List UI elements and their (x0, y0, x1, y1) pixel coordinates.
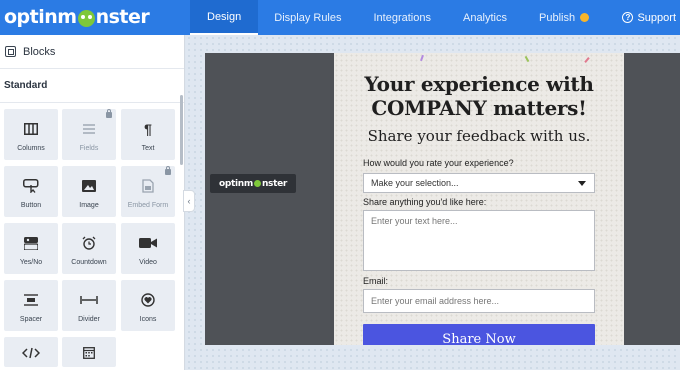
tile-label: Icons (139, 316, 157, 323)
block-tile-video[interactable]: Video (121, 223, 175, 274)
lock-icon (165, 166, 171, 175)
collapse-sidebar-toggle[interactable]: ‹ (183, 190, 195, 212)
embed-form-icon (136, 176, 160, 196)
optinmonster-logo[interactable]: optinm nster (4, 5, 150, 29)
logo-text-right: nster (95, 6, 150, 28)
block-tile-image[interactable]: Image (62, 166, 116, 217)
confetti-decoration (420, 54, 424, 62)
fields-icon (77, 119, 101, 139)
tile-label: Text (141, 145, 155, 152)
tab-integrations[interactable]: Integrations (358, 0, 447, 35)
blocks-icon (5, 46, 16, 57)
sidebar-title: Blocks (23, 45, 56, 58)
sidebar-scrollbar[interactable] (180, 95, 183, 165)
tile-label: Columns (17, 145, 45, 152)
block-tile-yes-no[interactable]: Yes/No (4, 223, 58, 274)
yes-no-icon (19, 233, 43, 253)
block-tile-columns[interactable]: Columns (4, 109, 58, 160)
calendar-grid-icon (77, 343, 101, 363)
confetti-decoration (584, 57, 590, 63)
comment-label: Share anything you'd like here: (363, 197, 487, 207)
section-title-standard: Standard (0, 69, 184, 103)
sidebar-header: Blocks (0, 35, 184, 69)
email-input[interactable]: Enter your email address here... (363, 289, 595, 313)
tile-label: Divider (78, 316, 100, 323)
tab-publish[interactable]: Publish (523, 0, 605, 35)
block-tile-html[interactable] (4, 337, 58, 367)
image-icon (77, 176, 101, 196)
tab-design[interactable]: Design (190, 0, 259, 35)
support-link[interactable]: ? Support (622, 0, 676, 35)
rating-select[interactable]: Make your selection... (363, 173, 595, 193)
tile-label: Button (20, 202, 42, 209)
block-tile-icons[interactable]: Icons (121, 280, 175, 331)
email-label: Email: (363, 276, 389, 286)
monster-logo-icon (77, 9, 95, 27)
tile-label: Image (79, 202, 99, 209)
chevron-left-icon: ‹ (187, 196, 191, 206)
comment-textarea[interactable]: Enter your text here... (363, 210, 595, 271)
code-icon (19, 343, 43, 363)
video-camera-icon (136, 233, 160, 253)
support-label: Support (637, 11, 676, 24)
tile-label: Embed Form (127, 202, 169, 209)
block-tile-spacer[interactable]: Spacer (4, 280, 58, 331)
tab-analytics[interactable]: Analytics (447, 0, 523, 35)
tab-publish-label: Publish (539, 11, 576, 24)
alarm-clock-icon (77, 233, 101, 253)
block-tile-calendar[interactable] (62, 337, 116, 367)
block-tile-divider[interactable]: Divider (62, 280, 116, 331)
tile-label: Countdown (71, 259, 107, 266)
divider-icon (77, 290, 101, 310)
block-tile-text[interactable]: ¶ Text (121, 109, 175, 160)
button-pointer-icon (19, 176, 43, 196)
logo-text-left: optinm (4, 6, 77, 28)
tile-label: Yes/No (19, 259, 43, 266)
block-tile-countdown[interactable]: Countdown (62, 223, 116, 274)
top-nav-bar: optinm nster Design Display Rules Integra… (0, 0, 680, 35)
popup-subtitle[interactable]: Share your feedback with us. (334, 127, 624, 145)
main-nav: Design Display Rules Integrations Analyt… (190, 0, 605, 35)
side-logo-text-left: optinm (218, 178, 253, 189)
question-circle-icon: ? (622, 12, 634, 23)
feedback-popup[interactable]: Your experience with COMPANY matters! Sh… (334, 53, 624, 345)
tile-label: Spacer (19, 316, 43, 323)
heart-circle-icon (136, 290, 160, 310)
rating-select-value: Make your selection... (371, 178, 459, 188)
side-logo-text-right: nster (261, 178, 288, 189)
popup-side-logo: optinm nster (210, 174, 296, 193)
popup-title[interactable]: Your experience with COMPANY matters! (334, 72, 624, 120)
share-now-button[interactable]: Share Now (363, 324, 595, 345)
tile-label: Fields (79, 145, 99, 152)
columns-icon (19, 119, 43, 139)
block-tile-embed-form[interactable]: Embed Form (121, 166, 175, 217)
block-tile-button[interactable]: Button (4, 166, 58, 217)
publish-status-badge (580, 13, 590, 22)
spacer-icon (19, 290, 43, 310)
caret-down-icon (578, 181, 586, 186)
block-tile-fields[interactable]: Fields (62, 109, 116, 160)
tile-label: Video (139, 259, 157, 266)
confetti-decoration (524, 55, 530, 63)
tab-display-rules[interactable]: Display Rules (258, 0, 357, 35)
lock-icon (106, 109, 112, 118)
rating-label: How would you rate your experience? (363, 158, 514, 168)
monster-logo-icon (253, 180, 261, 187)
paragraph-icon: ¶ (144, 121, 152, 137)
